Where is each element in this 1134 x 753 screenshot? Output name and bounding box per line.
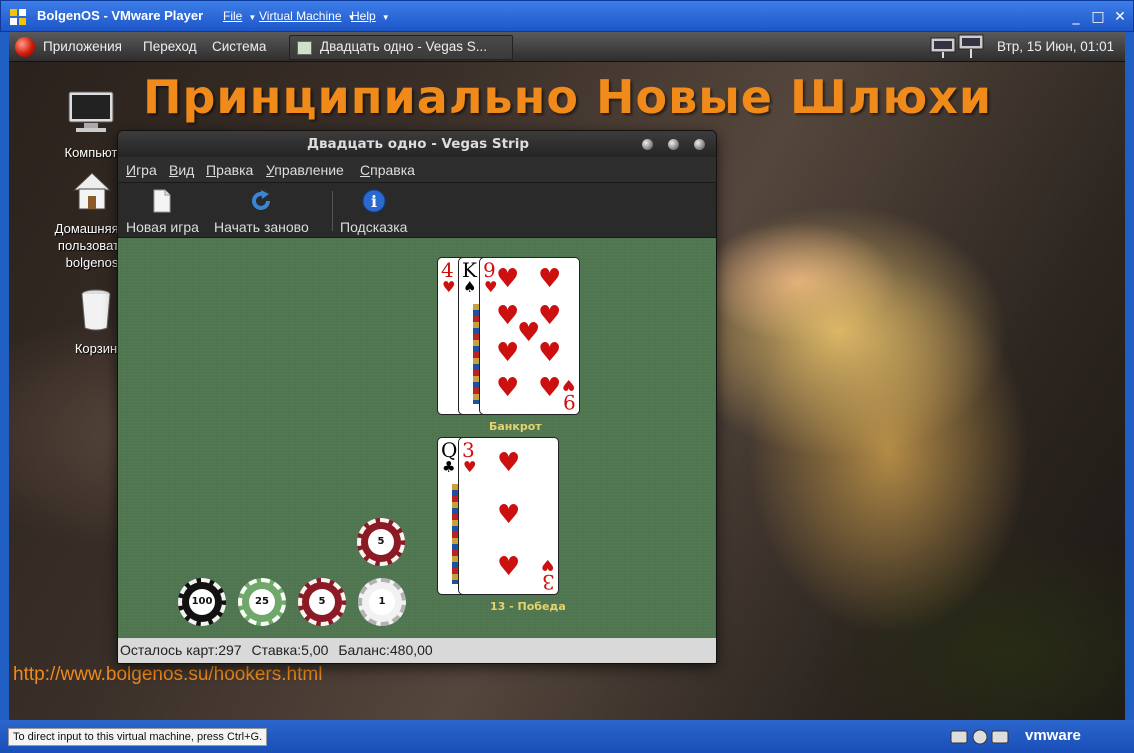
menu-view[interactable]: Вид [169,162,194,178]
card-suit-bottom: ♥ [540,556,554,574]
vmware-status-bar: To direct input to this virtual machine,… [0,720,1134,753]
hint-label: Подсказка [340,219,408,235]
card-pip: ♥ [496,301,520,331]
card-suit: ♥ [463,458,477,476]
menu-bar: Игра Вид Правка Управление Справка [118,157,716,182]
vmware-menu-virtual-machine[interactable]: Virtual Machine ▼ [259,9,355,23]
card-pip: ♥ [496,264,520,294]
bet-status: Ставка:5,00 [251,642,329,658]
guest-top-panel: Приложения Переход Система Двадцать одно… [9,32,1125,62]
device-status-icons[interactable] [950,728,1010,746]
computer-icon [68,91,114,132]
card-pip: ♥ [497,500,521,530]
distro-logo-icon[interactable] [15,37,35,57]
chip-5[interactable]: 5 [298,578,346,626]
chip-value: 5 [309,589,335,615]
guest-desktop[interactable]: Приложения Переход Система Двадцать одно… [9,32,1125,720]
vmware-brand-logo: vmware [1025,727,1081,744]
card-pip: ♥ [497,448,521,478]
toolbar: Новая игра Начать заново i Подсказка [118,182,716,238]
panel-menu-applications[interactable]: Приложения [43,39,122,54]
new-game-label: Новая игра [126,219,199,235]
wallpaper-url: http://www.bolgenos.su/hookers.html [13,664,323,685]
minimize-button[interactable] [642,139,653,150]
balance-status: Баланс:480,00 [338,642,433,658]
card-pip: ♥ [538,338,562,368]
dealer-hand-label: Банкрот [489,420,542,433]
chip-value: 5 [368,529,394,555]
card-rank-bottom: 9 [563,390,576,414]
wallpaper-banner: Принципиально Новые Шлюхи [143,70,993,124]
panel-clock[interactable]: Втр, 15 Июн, 01:01 [997,39,1114,54]
trash-icon [81,289,111,331]
card-pip: ♥ [497,552,521,582]
window-title[interactable]: Двадцать одно - Vegas Strip [118,131,716,157]
card-rank: 4 [441,258,454,282]
chip-1[interactable]: 1 [358,578,406,626]
blackjack-window: Двадцать одно - Vegas Strip Игра Вид Пра… [117,130,717,664]
card-pip: ♥ [538,373,562,403]
vmware-input-hint: To direct input to this virtual machine,… [8,728,268,746]
info-icon: i [362,189,386,213]
card-rank: 9 [483,258,496,282]
menu-game[interactable]: Игра [126,162,157,178]
chip-value: 25 [249,589,275,615]
maximize-button[interactable] [668,139,679,150]
player-hand-label: 13 - Победа [490,600,566,613]
card-pip: ♥ [496,373,520,403]
chip-value: 100 [189,589,215,615]
new-document-icon [153,189,171,213]
status-bar: Осталось карт:297 Ставка:5,00 Баланс:480… [118,638,716,663]
card-rank-bottom: 3 [542,570,555,594]
card-pip: ♥ [538,264,562,294]
home-icon [72,172,112,210]
player-card[interactable]: 3 ♥ ♥ ♥ ♥ 3 ♥ [458,437,559,595]
card-pip: ♥ [517,318,541,348]
card-rank: 3 [462,438,475,462]
dealer-card[interactable]: 9 ♥ ♥ ♥ ♥ ♥ ♥ ♥ ♥ ♥ ♥ 9 ♥ [479,257,580,415]
card-table[interactable]: 4 ♥ K ♠ 9 ♥ ♥ ♥ ♥ ♥ ♥ ♥ ♥ ♥ ♥ 9 ♥ Банкро… [118,238,716,638]
vmware-menu-file[interactable]: File ▼ [223,9,256,23]
taskbar-item-blackjack[interactable]: Двадцать одно - Vegas S... [289,35,513,60]
restart-button[interactable]: Начать заново [214,189,309,235]
vmware-window-title: BolgenOS - VMware Player [37,8,204,23]
restart-label: Начать заново [214,219,309,235]
refresh-icon [252,190,271,210]
card-suit: ♣ [442,458,456,476]
svg-text:i: i [371,192,377,211]
vmware-menu-help[interactable]: Help ▼ [351,9,390,23]
card-pip: ♥ [538,301,562,331]
card-suit: ♠ [463,278,477,296]
chip-value: 1 [369,589,395,615]
network-icon[interactable] [929,34,989,61]
vmware-frame-left [0,32,9,720]
vmware-frame-right [1125,32,1134,720]
hint-button[interactable]: i Подсказка [340,189,407,235]
cards-app-icon [297,41,312,55]
new-game-button[interactable]: Новая игра [126,189,199,235]
card-suit-bottom: ♥ [561,376,575,394]
close-button[interactable] [694,139,705,150]
close-button[interactable]: ✕ [1111,8,1129,26]
taskbar-item-label: Двадцать одно - Vegas S... [320,39,488,54]
vmware-titlebar: BolgenOS - VMware Player File ▼ Virtual M… [0,0,1134,32]
minimize-button[interactable]: _ [1067,8,1085,26]
vmware-logo-icon [10,9,26,25]
bet-chip[interactable]: 5 [357,518,405,566]
card-suit: ♥ [442,278,456,296]
maximize-button[interactable]: □ [1089,8,1107,26]
card-rank: K [462,258,477,282]
menu-help[interactable]: Справка [360,162,415,178]
chip-100[interactable]: 100 [178,578,226,626]
chip-25[interactable]: 25 [238,578,286,626]
panel-menu-places[interactable]: Переход [143,39,197,54]
menu-edit[interactable]: Правка [206,162,253,178]
cards-left-status: Осталось карт:297 [120,642,242,658]
card-rank: Q [441,438,458,462]
menu-control[interactable]: Управление [266,162,344,178]
panel-menu-system[interactable]: Система [212,39,266,54]
toolbar-separator [332,191,333,231]
card-pip: ♥ [496,338,520,368]
